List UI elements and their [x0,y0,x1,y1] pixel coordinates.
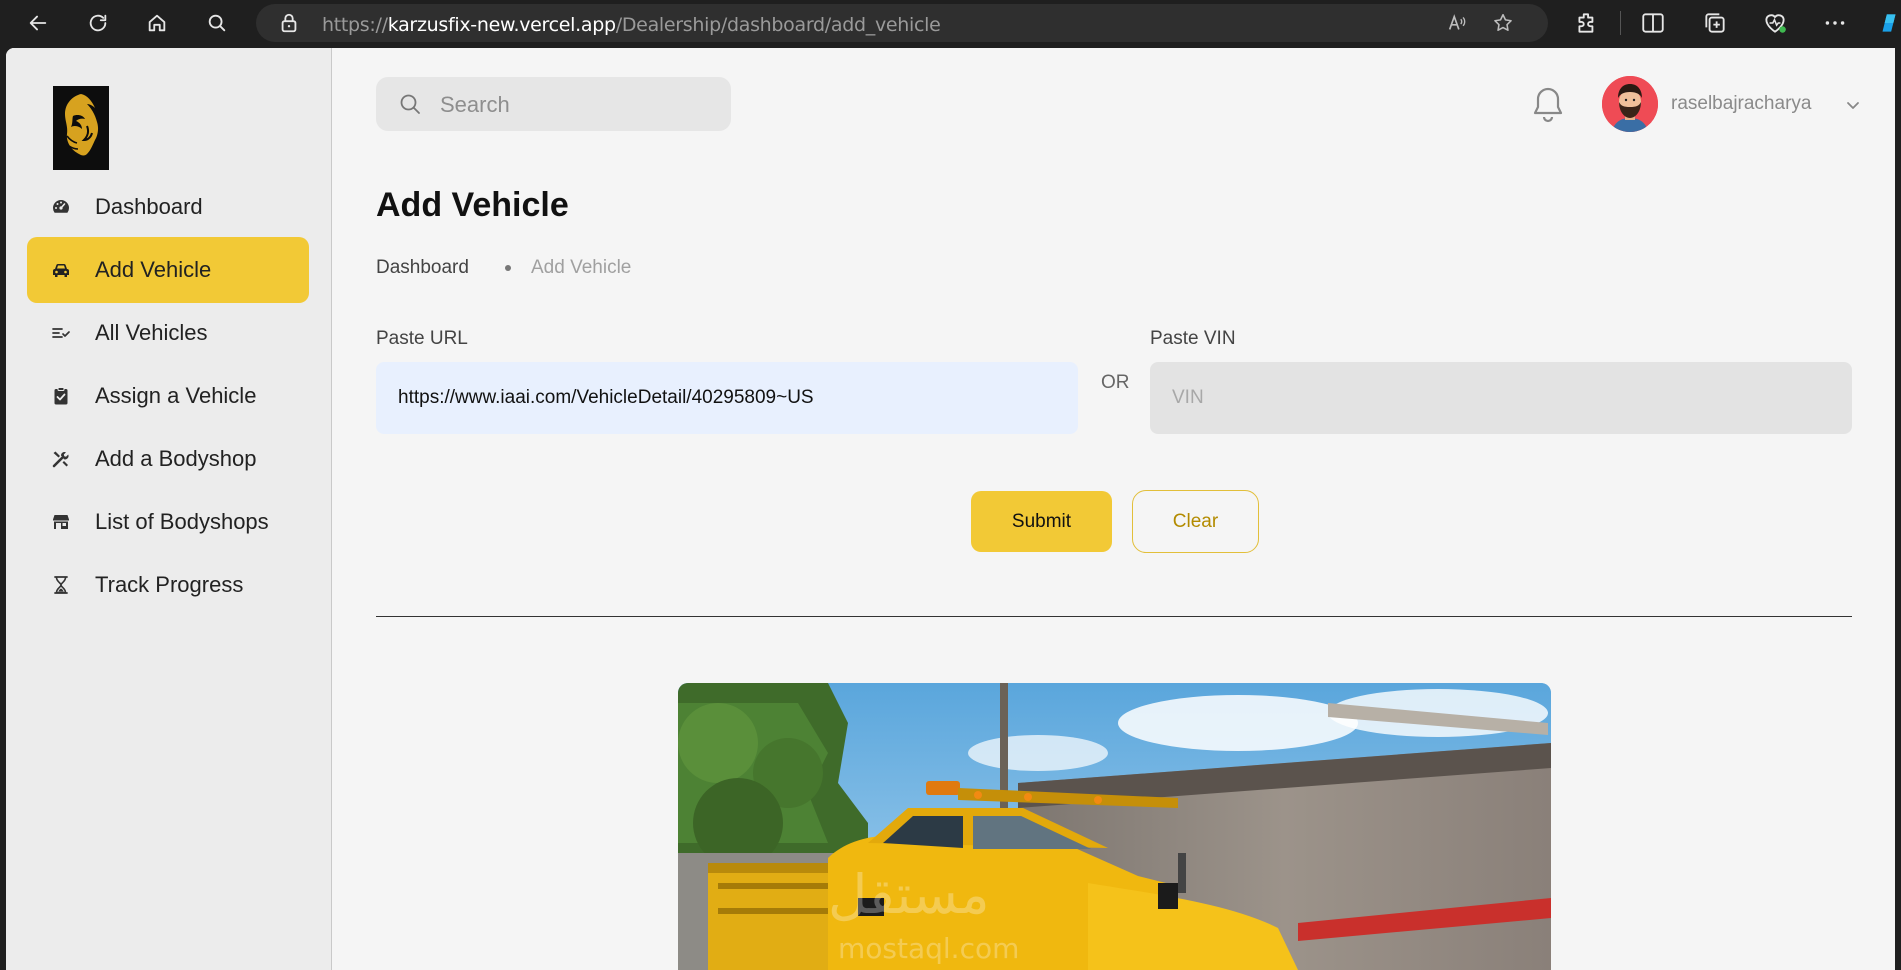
sidebar-item-list-bodyshops[interactable]: List of Bodyshops [27,489,309,555]
watermark-text: mostaql.com [838,932,1019,965]
chevron-down-icon[interactable] [1845,97,1861,113]
sidebar-item-label: Track Progress [95,572,244,597]
lion-logo-icon [53,86,109,170]
sidebar-item-all-vehicles[interactable]: All Vehicles [27,300,309,366]
browser-toolbar: https://karzusfix-new.vercel.app/Dealers… [0,0,1901,46]
clipboard-check-icon [54,387,68,405]
sidebar-item-label: Add a Bodyshop [95,446,257,471]
back-button[interactable] [21,6,55,40]
more-options-icon[interactable] [1822,10,1848,36]
vehicle-image: مستقل mostaql.com [678,683,1551,970]
tools-icon [52,451,69,468]
username[interactable]: raselbajracharya [1671,93,1811,115]
sidebar-item-dashboard[interactable]: Dashboard [27,174,309,240]
url-text[interactable]: https://karzusfix-new.vercel.app/Dealers… [322,14,941,36]
refresh-button[interactable] [81,6,115,40]
avatar[interactable] [1602,76,1658,132]
breadcrumb-home-link[interactable]: Dashboard [376,257,469,279]
url-input[interactable] [376,362,1078,434]
sidebar-item-add-bodyshop[interactable]: Add a Bodyshop [27,426,309,492]
section-divider [376,616,1852,617]
toolbar-separator [1620,11,1621,35]
sidebar-item-label: Add Vehicle [95,257,212,282]
vehicle-photo: مستقل mostaql.com [678,683,1551,970]
url-path: /Dealership/dashboard/add_vehicle [615,14,941,36]
brand-logo[interactable] [53,86,109,170]
breadcrumb-current: Add Vehicle [531,257,632,278]
store-icon [53,515,69,529]
search-web-button[interactable] [200,6,234,40]
url-field-label: Paste URL [376,328,468,349]
list-check-icon [52,328,70,338]
extensions-icon[interactable] [1574,10,1600,36]
sidebar-item-label: List of Bodyshops [95,509,269,534]
window-edge [1895,48,1901,970]
sidebar-item-label: Dashboard [95,194,203,219]
breadcrumb-separator [505,265,511,271]
split-screen-icon[interactable] [1640,10,1666,36]
arrow-left-icon [29,15,47,31]
search-icon [208,14,226,32]
home-icon [148,14,166,32]
gauge-icon [53,200,69,213]
sidebar: Dashboard Add Vehicle All Vehicles Assig… [6,48,332,970]
url-host: karzusfix-new.vercel.app [387,14,616,36]
hourglass-icon [54,576,68,594]
sidebar-item-label: Assign a Vehicle [95,383,257,408]
sidebar-item-assign-vehicle[interactable]: Assign a Vehicle [27,363,309,429]
collections-icon[interactable] [1702,10,1728,36]
user-avatar-icon [1602,76,1658,132]
vin-input[interactable] [1150,362,1852,434]
refresh-icon [89,14,107,32]
address-bar[interactable]: https://karzusfix-new.vercel.app/Dealers… [256,4,1548,42]
home-button[interactable] [140,6,174,40]
or-separator: OR [1101,372,1130,393]
search-bar[interactable]: Search [376,77,731,131]
vin-field-label: Paste VIN [1150,328,1236,349]
sidebar-item-track-progress[interactable]: Track Progress [27,552,309,618]
search-icon [400,94,420,114]
notification-bell-icon[interactable] [1530,85,1566,123]
favorite-star-icon[interactable] [1492,12,1514,34]
app-viewport: Dashboard Add Vehicle All Vehicles Assig… [6,48,1901,970]
car-icon [53,263,69,277]
main-content: Search raselbajracharya Add Vehicle Dash… [333,48,1901,970]
url-scheme: https:// [322,14,388,36]
search-input[interactable]: Search [440,92,510,118]
sidebar-item-label: All Vehicles [95,320,208,345]
page-title: Add Vehicle [376,186,569,224]
submit-button[interactable]: Submit [971,491,1112,552]
browser-essentials-icon[interactable] [1762,10,1788,36]
lock-icon[interactable] [278,12,300,34]
read-aloud-icon[interactable] [1446,12,1468,34]
sidebar-item-add-vehicle[interactable]: Add Vehicle [27,237,309,303]
clear-button[interactable]: Clear [1132,490,1259,553]
copilot-icon[interactable] [1876,10,1901,36]
watermark-logo: مستقل [828,863,990,926]
